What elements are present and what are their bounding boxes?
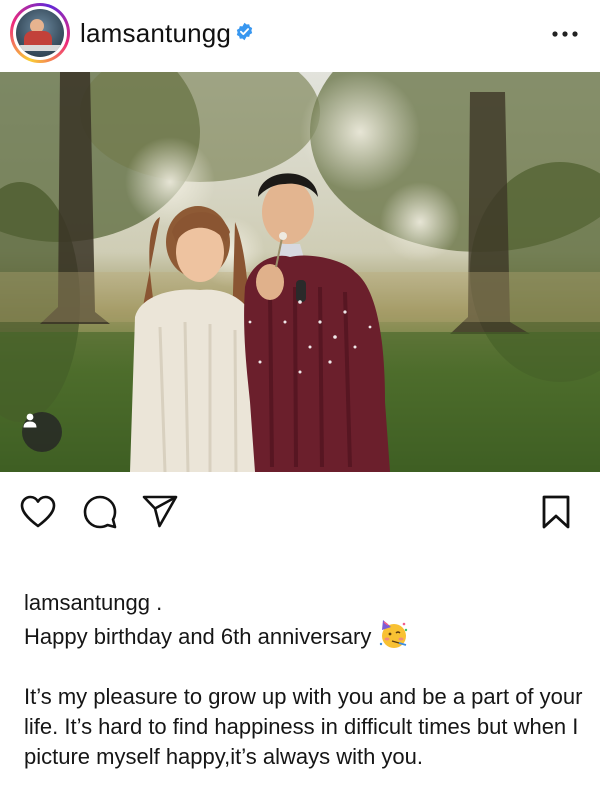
user-tag-icon — [23, 413, 37, 428]
avatar-image — [16, 9, 64, 57]
post-caption: lamsantungg . Happy birthday and 6th ann… — [24, 588, 584, 772]
save-button[interactable] — [536, 492, 576, 532]
profile-avatar[interactable] — [10, 3, 70, 63]
more-horizontal-icon — [552, 31, 578, 37]
caption-first-line: Happy birthday and 6th anniversary — [24, 624, 372, 649]
verified-badge-icon — [236, 22, 253, 41]
header-username[interactable]: lamsantungg — [80, 18, 231, 49]
paper-plane-icon — [142, 495, 178, 528]
like-button[interactable] — [18, 492, 58, 532]
post-header: lamsantungg — [0, 0, 600, 72]
comment-bubble-icon — [83, 495, 117, 529]
heart-icon — [20, 495, 56, 528]
comment-button[interactable] — [80, 492, 120, 532]
user-tag-button[interactable] — [22, 412, 62, 452]
post-photo[interactable] — [0, 72, 600, 472]
bookmark-icon — [542, 495, 570, 529]
post-action-bar — [0, 472, 600, 550]
partying-face-icon — [380, 620, 408, 648]
share-button[interactable] — [140, 492, 180, 532]
caption-username[interactable]: lamsantungg . — [24, 588, 584, 618]
caption-body: It’s my pleasure to grow up with you and… — [24, 684, 583, 769]
photo-illustration — [0, 72, 600, 472]
more-options-button[interactable] — [552, 26, 578, 38]
